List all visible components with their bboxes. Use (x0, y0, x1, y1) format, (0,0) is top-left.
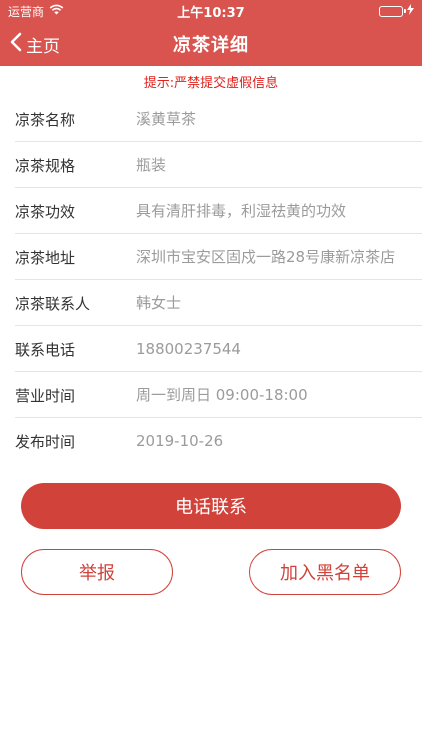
status-bar: 运营商 上午10:37 (0, 0, 422, 22)
warning-text: 提示:严禁提交虚假信息 (143, 75, 279, 91)
back-button[interactable]: 主页 (10, 22, 60, 66)
info-value: 18800237544 (136, 339, 241, 358)
page-title: 凉茶详细 (173, 35, 249, 56)
info-label: 联系电话 (15, 340, 76, 359)
info-value: 周一到周日 09:00-18:00 (136, 385, 308, 404)
info-value: 2019-10-26 (136, 431, 224, 450)
info-value: 深圳市宝安区固戍一路28号康新凉茶店 (136, 247, 396, 266)
nav-bar: 主页 凉茶详细 (0, 22, 422, 66)
wifi-icon (49, 4, 64, 18)
info-row-effect: 凉茶功效 具有清肝排毒，利湿祛黄的功效 (0, 188, 422, 234)
info-row-spec: 凉茶规格 瓶装 (0, 142, 422, 188)
info-list: 凉茶名称 溪黄草茶 凉茶规格 瓶装 凉茶功效 具有清肝排毒，利湿祛黄的功效 凉茶… (0, 96, 422, 464)
info-label: 凉茶规格 (15, 156, 76, 175)
battery-icon (379, 5, 406, 17)
report-button[interactable]: 举报 (21, 549, 173, 595)
info-row-phone: 联系电话 18800237544 (0, 326, 422, 372)
info-row-published: 发布时间 2019-10-26 (0, 418, 422, 464)
info-value: 韩女士 (136, 293, 182, 312)
info-row-contact: 凉茶联系人 韩女士 (0, 280, 422, 326)
info-label: 凉茶名称 (15, 110, 76, 129)
info-value: 瓶装 (136, 155, 167, 174)
call-button[interactable]: 电话联系 (21, 483, 401, 529)
carrier-label: 运营商 (8, 4, 45, 19)
info-label: 凉茶地址 (15, 248, 76, 267)
info-label: 发布时间 (15, 432, 76, 451)
info-label: 营业时间 (15, 386, 76, 405)
info-value: 具有清肝排毒，利湿祛黄的功效 (136, 201, 347, 220)
back-label: 主页 (26, 36, 60, 57)
info-row-hours: 营业时间 周一到周日 09:00-18:00 (0, 372, 422, 418)
blacklist-button[interactable]: 加入黑名单 (249, 549, 401, 595)
info-label: 凉茶联系人 (15, 294, 91, 313)
chevron-left-icon (10, 32, 22, 57)
info-row-name: 凉茶名称 溪黄草茶 (0, 96, 422, 142)
status-left: 运营商 (8, 3, 64, 20)
info-value: 溪黄草茶 (136, 109, 197, 128)
status-right (379, 4, 414, 18)
screen: 运营商 上午10:37 主页 凉茶详细 提示:严禁提交虚假信息 凉茶名称 溪黄草… (0, 0, 422, 750)
info-row-address: 凉茶地址 深圳市宝安区固戍一路28号康新凉茶店 (0, 234, 422, 280)
charging-icon (407, 4, 414, 18)
info-label: 凉茶功效 (15, 202, 76, 221)
